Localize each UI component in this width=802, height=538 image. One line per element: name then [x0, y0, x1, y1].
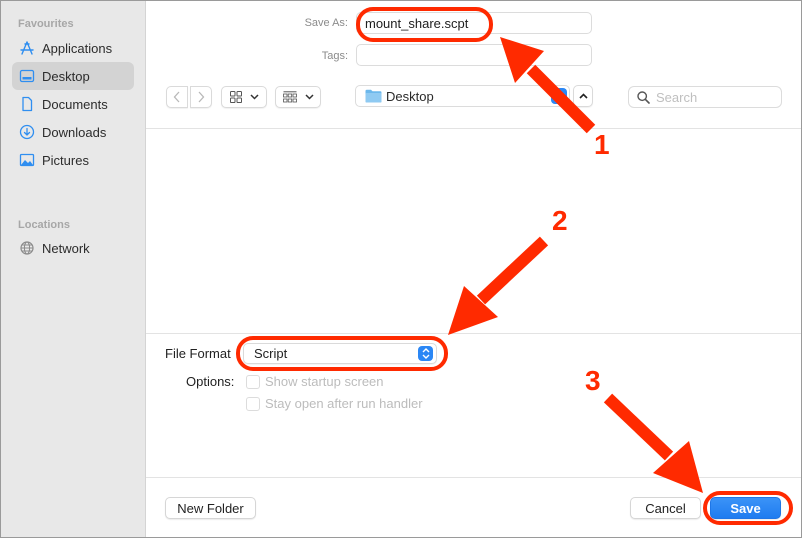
sidebar-item-desktop[interactable]: Desktop	[12, 62, 134, 90]
stay-open-checkbox[interactable]	[246, 396, 260, 411]
forward-button[interactable]	[190, 86, 212, 108]
gallery-view-icon	[282, 91, 297, 103]
file-format-select[interactable]: Script	[243, 343, 437, 364]
up-down-chevron-icon	[418, 346, 433, 361]
save-as-label: Save As:	[304, 17, 348, 29]
sidebar-heading-favourites: Favourites	[18, 18, 74, 30]
file-browser-area[interactable]	[146, 129, 801, 333]
save-dialog: Favourites Applications Desktop Document…	[0, 0, 802, 538]
sidebar-item-network[interactable]: Network	[12, 234, 134, 262]
location-label: Desktop	[386, 88, 434, 104]
show-startup-screen-checkbox[interactable]	[246, 374, 260, 389]
search-placeholder: Search	[656, 89, 698, 105]
sidebar-item-label: Downloads	[42, 124, 107, 140]
new-folder-button[interactable]: New Folder	[165, 497, 256, 519]
sidebar-item-documents[interactable]: Documents	[12, 90, 134, 118]
tags-label: Tags:	[321, 50, 348, 62]
network-globe-icon	[19, 240, 35, 256]
chevron-up-icon	[578, 93, 588, 99]
group-mode-button[interactable]	[275, 86, 321, 108]
show-startup-screen-option[interactable]: Show startup screen	[246, 374, 384, 389]
sidebar-item-label: Pictures	[42, 152, 89, 168]
sidebar-item-label: Documents	[42, 96, 108, 112]
grid-view-icon	[229, 91, 242, 103]
stay-open-option[interactable]: Stay open after run handler	[246, 396, 423, 411]
location-popup[interactable]: Desktop	[355, 85, 570, 107]
sidebar-item-label: Desktop	[42, 68, 90, 84]
option-label: Show startup screen	[265, 374, 384, 389]
options-label: Options:	[186, 374, 235, 389]
sidebar-item-label: Applications	[42, 40, 113, 56]
sidebar-item-label: Network	[42, 240, 90, 256]
chevron-down-icon	[304, 94, 314, 100]
chevron-right-icon	[198, 91, 205, 103]
divider	[146, 333, 801, 334]
back-button[interactable]	[166, 86, 188, 108]
document-icon	[19, 96, 35, 112]
search-icon	[637, 90, 650, 104]
save-button[interactable]: Save	[710, 497, 781, 519]
sidebar-item-pictures[interactable]: Pictures	[12, 146, 134, 174]
tags-input[interactable]	[356, 44, 592, 66]
step-number-1: 1	[594, 129, 610, 160]
folder-icon	[365, 89, 382, 103]
downloads-icon	[19, 124, 35, 140]
location-stepper-icon	[551, 88, 567, 104]
view-mode-button[interactable]	[221, 86, 267, 108]
pictures-icon	[19, 152, 35, 168]
sidebar-item-applications[interactable]: Applications	[12, 34, 134, 62]
sidebar-heading-locations: Locations	[18, 219, 70, 231]
main-panel: Save As: Tags: Desktop Sear	[146, 1, 801, 537]
step-number-3: 3	[585, 365, 601, 396]
file-format-label: File Format	[165, 346, 231, 361]
chevron-left-icon	[173, 91, 180, 103]
sidebar-item-downloads[interactable]: Downloads	[12, 118, 134, 146]
option-label: Stay open after run handler	[265, 396, 423, 411]
chevron-down-icon	[249, 94, 259, 100]
divider	[146, 477, 801, 478]
step-number-2: 2	[552, 205, 568, 236]
sidebar: Favourites Applications Desktop Document…	[1, 1, 146, 537]
file-format-value: Script	[254, 346, 288, 361]
applications-icon	[19, 40, 35, 56]
collapse-dialog-button[interactable]	[573, 85, 593, 107]
save-as-input[interactable]	[356, 12, 592, 34]
desktop-icon	[19, 68, 35, 84]
cancel-button[interactable]: Cancel	[630, 497, 701, 519]
search-field[interactable]: Search	[628, 86, 782, 108]
